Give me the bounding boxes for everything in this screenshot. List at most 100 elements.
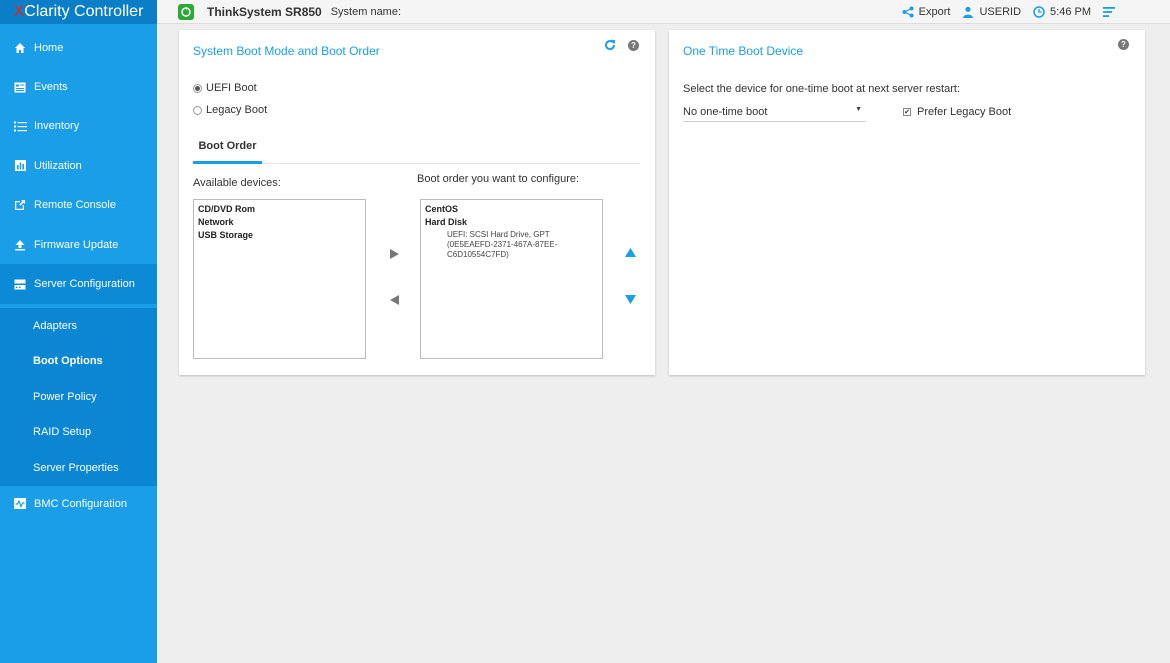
arrow-down-icon xyxy=(624,294,636,304)
sidebar-subitem-label: Server Properties xyxy=(33,461,119,474)
radio-label: Legacy Boot xyxy=(206,104,268,116)
configured-boot-order-list[interactable]: CentOS Hard Disk UEFI: SCSI Hard Drive, … xyxy=(420,199,603,359)
sidebar-item-label: BMC Configuration xyxy=(34,497,127,510)
help-icon[interactable]: ? xyxy=(1118,39,1129,50)
radio-selected-icon xyxy=(193,83,202,93)
sidebar-item-label: Server Configuration xyxy=(34,278,135,291)
boot-order-card: System Boot Mode and Boot Order ? UEFI B… xyxy=(179,30,655,375)
sidebar-item-firmware-update[interactable]: Firmware Update xyxy=(0,225,157,264)
select-value: No one-time boot xyxy=(683,105,768,118)
sidebar-subitem-server-properties[interactable]: Server Properties xyxy=(0,450,157,486)
export-button[interactable]: Export xyxy=(902,6,951,18)
detail-line: C6D10554C7FD) xyxy=(447,250,509,259)
list-item[interactable]: CD/DVD Rom xyxy=(198,203,361,216)
tab-boot-order[interactable]: Boot Order xyxy=(193,130,262,164)
current-time: 5:46 PM xyxy=(1050,6,1091,18)
one-time-boot-card: One Time Boot Device ? Select the device… xyxy=(669,30,1145,375)
legacy-boot-radio[interactable]: Legacy Boot xyxy=(193,104,267,116)
arrow-up-icon xyxy=(624,247,636,257)
card-tools: ? xyxy=(604,39,639,51)
brand-logo: X Clarity Controller xyxy=(0,0,157,24)
server-icon xyxy=(13,277,27,291)
clock: 5:46 PM xyxy=(1033,6,1091,18)
sidebar-submenu: Adapters Boot Options Power Policy RAID … xyxy=(0,307,157,486)
list-icon xyxy=(13,119,27,133)
sidebar-subitem-power-policy[interactable]: Power Policy xyxy=(0,379,157,415)
one-time-boot-prompt: Select the device for one-time boot at n… xyxy=(683,83,960,95)
help-icon[interactable]: ? xyxy=(628,39,639,51)
user-icon xyxy=(963,6,974,18)
top-header: ThinkSystem SR850 System name: Export US… xyxy=(157,0,1170,24)
tab-bar: Boot Order xyxy=(193,130,640,164)
list-item[interactable]: Hard Disk xyxy=(425,216,598,229)
server-model: ThinkSystem SR850 xyxy=(207,4,322,19)
refresh-icon[interactable] xyxy=(604,39,616,51)
sidebar-subitem-adapters[interactable]: Adapters xyxy=(0,308,157,344)
menu-button[interactable] xyxy=(1103,6,1120,18)
sidebar-item-server-configuration[interactable]: Server Configuration xyxy=(0,264,157,304)
sidebar-item-label: Events xyxy=(34,81,68,94)
user-menu[interactable]: USERID xyxy=(962,6,1021,18)
sidebar-item-inventory[interactable]: Inventory xyxy=(0,107,157,146)
bar-chart-icon xyxy=(13,159,27,173)
sidebar-item-utilization[interactable]: Utilization xyxy=(0,146,157,185)
configured-order-label: Boot order you want to configure: xyxy=(417,173,580,185)
sidebar-item-remote-console[interactable]: Remote Console xyxy=(0,186,157,225)
sidebar-subitem-label: Adapters xyxy=(33,319,78,332)
prefer-legacy-boot-checkbox[interactable]: ✔ Prefer Legacy Boot xyxy=(903,106,1011,118)
external-window-icon xyxy=(13,198,27,212)
available-devices-label: Available devices: xyxy=(193,177,281,189)
checkbox-checked-icon: ✔ xyxy=(903,108,911,116)
detail-line: (0E5EAEFD-2371-467A-87EE- xyxy=(447,240,558,249)
list-item[interactable]: USB Storage xyxy=(198,229,361,242)
sidebar-subitem-boot-options[interactable]: Boot Options xyxy=(0,343,157,379)
sidebar-item-events[interactable]: Events xyxy=(0,67,157,106)
sidebar-item-bmc-configuration[interactable]: BMC Configuration xyxy=(0,486,157,522)
sidebar-item-home[interactable]: Home xyxy=(0,28,157,67)
user-name: USERID xyxy=(979,6,1022,18)
bmc-icon xyxy=(13,497,27,511)
system-name-label: System name: xyxy=(330,5,402,18)
uefi-boot-radio[interactable]: UEFI Boot xyxy=(193,82,257,94)
sidebar-subitem-raid-setup[interactable]: RAID Setup xyxy=(0,415,157,451)
card-title: System Boot Mode and Boot Order xyxy=(193,44,380,58)
sidebar: X Clarity Controller Home Events Inventor… xyxy=(0,0,157,663)
move-up-button[interactable] xyxy=(623,245,637,259)
events-icon xyxy=(13,80,27,94)
card-tools: ? xyxy=(1106,39,1129,50)
sidebar-item-label: Utilization xyxy=(34,159,82,172)
list-item-detail: UEFI: SCSI Hard Drive, GPT (0E5EAEFD-237… xyxy=(425,230,598,260)
sidebar-item-label: Home xyxy=(34,41,64,54)
arrow-left-icon xyxy=(389,295,399,305)
one-time-boot-select[interactable]: No one-time boot ▼ xyxy=(683,102,866,122)
sidebar-subitem-label: Boot Options xyxy=(33,355,103,368)
sidebar-subitem-label: RAID Setup xyxy=(33,426,92,439)
upload-icon xyxy=(13,238,27,252)
list-item[interactable]: CentOS xyxy=(425,203,598,216)
share-icon xyxy=(902,6,914,18)
brand-suffix: Clarity Controller xyxy=(24,3,144,20)
brand-prefix: X xyxy=(13,3,25,20)
header-actions: Export USERID 5:46 PM xyxy=(890,0,1120,24)
move-left-button[interactable] xyxy=(387,293,401,307)
card-title: One Time Boot Device xyxy=(683,44,804,58)
sidebar-item-label: Firmware Update xyxy=(34,238,119,251)
chevron-down-icon: ▼ xyxy=(855,106,862,113)
sidebar-item-label: Inventory xyxy=(34,120,80,133)
available-devices-list[interactable]: CD/DVD Rom Network USB Storage xyxy=(193,199,366,359)
sidebar-subitem-label: Power Policy xyxy=(33,390,97,403)
product-logo-icon xyxy=(178,3,194,20)
clock-icon xyxy=(1033,6,1045,18)
home-icon xyxy=(13,41,27,55)
sidebar-item-label: Remote Console xyxy=(34,199,116,212)
detail-line: UEFI: SCSI Hard Drive, GPT xyxy=(447,230,550,239)
radio-label: UEFI Boot xyxy=(206,82,257,94)
radio-unselected-icon xyxy=(193,105,202,115)
list-item[interactable]: Network xyxy=(198,216,361,229)
hamburger-menu-icon xyxy=(1103,7,1115,17)
export-label: Export xyxy=(918,6,951,18)
move-down-button[interactable] xyxy=(623,292,637,306)
move-right-button[interactable] xyxy=(387,247,401,261)
checkbox-label: Prefer Legacy Boot xyxy=(917,106,1012,118)
arrow-right-icon xyxy=(389,249,399,259)
